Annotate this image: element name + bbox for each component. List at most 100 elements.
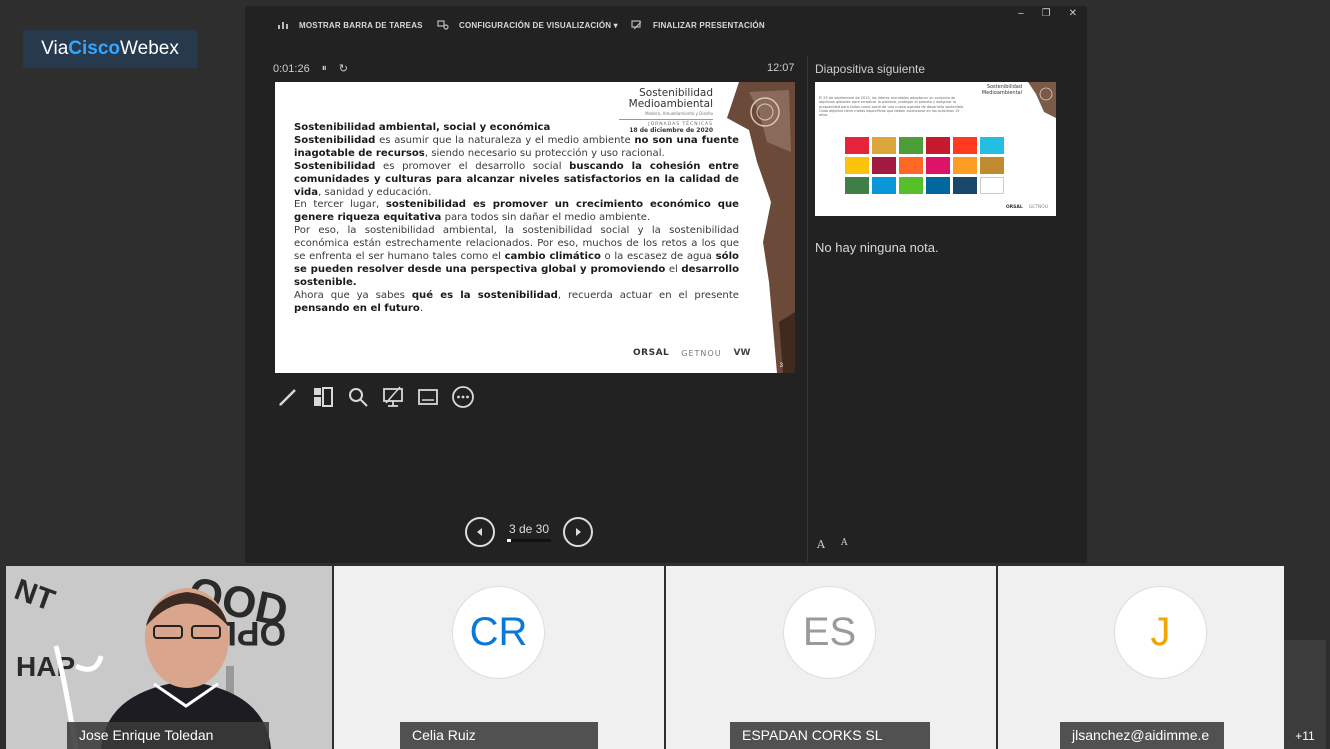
slide-progress-bar xyxy=(507,539,551,542)
webex-badge: Via Cisco Webex xyxy=(23,30,197,68)
previous-slide-button[interactable] xyxy=(465,517,495,547)
next-slide-text: El 25 de septiembre de 2015, los líderes… xyxy=(819,96,965,118)
panel-divider xyxy=(807,56,808,561)
magnifier-icon xyxy=(348,387,368,407)
sdg-tile xyxy=(926,137,950,154)
slide-paragraph-4: Por eso, la sostenibilidad ambiental, la… xyxy=(294,225,740,288)
increase-font-button[interactable]: A xyxy=(817,538,825,551)
sdg-tile xyxy=(953,177,977,194)
minimize-icon[interactable]: – xyxy=(1018,8,1024,19)
avatar-initials: CR xyxy=(469,610,528,654)
next-slide-getnou-logo: GETNOU xyxy=(1028,205,1048,210)
avatar: CR xyxy=(452,586,545,679)
pen-icon xyxy=(278,388,296,406)
sdg-tile xyxy=(926,177,950,194)
sdg-tile xyxy=(845,157,869,174)
next-slide-logos: ORSAL GETNOU xyxy=(1006,205,1048,210)
window-controls: – ❐ ✕ xyxy=(1018,8,1077,19)
sdg-tile xyxy=(899,177,923,194)
show-taskbar-button[interactable]: MOSTRAR BARRA DE TAREAS xyxy=(277,20,423,30)
participant-name: jlsanchez@aidimme.e xyxy=(1072,727,1210,743)
sdg-tile xyxy=(872,157,896,174)
avatar: J xyxy=(1114,586,1207,679)
current-time: 12:07 xyxy=(767,62,795,74)
participant-name-bar: ESPADAN CORKS SL xyxy=(730,722,930,749)
display-settings-label: CONFIGURACIÓN DE VISUALIZACIÓN ▾ xyxy=(459,20,618,30)
participant-video-tile[interactable]: OOD OPLE NT HAP Jose Enrique Toledan xyxy=(6,566,332,749)
notes-font-controls: A A xyxy=(817,538,847,551)
webex-meeting-window: Via Cisco Webex MOSTRAR BARRA DE TAREAS C… xyxy=(0,0,1330,749)
webex-badge-brand: Cisco xyxy=(68,38,121,59)
vw-logo: VW xyxy=(733,348,751,358)
participants-strip: OOD OPLE NT HAP Jose Enrique Toledan CR xyxy=(0,566,1330,749)
sdg-tile xyxy=(872,177,896,194)
black-screen-button[interactable] xyxy=(380,384,405,409)
taskbar-icon xyxy=(278,22,288,29)
slide-progress-fill xyxy=(507,539,512,542)
next-slide-title-line2: Medioambiental xyxy=(981,89,1022,96)
slide-paragraph-1: Sostenibilidad es asumir que la naturale… xyxy=(294,134,739,159)
participant-name: Celia Ruiz xyxy=(412,727,476,743)
participant-name: ESPADAN CORKS SL xyxy=(742,727,883,743)
show-taskbar-label: MOSTRAR BARRA DE TAREAS xyxy=(299,20,423,30)
see-all-slides-button[interactable] xyxy=(310,384,335,409)
sdg-tile xyxy=(845,177,869,194)
sdg-tile xyxy=(980,137,1004,154)
more-options-button[interactable] xyxy=(450,384,475,409)
participant-tile[interactable]: J jlsanchez@aidimme.e xyxy=(998,566,1284,749)
webex-badge-prefix: Via xyxy=(41,38,69,59)
presentation-timer: 0:01:26 ⏸ ↻ xyxy=(273,62,348,76)
close-icon[interactable]: ✕ xyxy=(1069,8,1077,19)
sdg-tile xyxy=(953,137,977,154)
slide-header-rule xyxy=(619,119,713,120)
slide-paragraph-5: Ahora que ya sabes qué es la sostenibili… xyxy=(294,289,739,314)
orsal-logo: ORSAL xyxy=(633,348,670,358)
next-arrow-icon xyxy=(576,528,581,536)
avatar-initials: ES xyxy=(802,610,857,654)
end-presentation-button[interactable]: FINALIZAR PRESENTACIÓN xyxy=(631,20,765,30)
display-settings-button[interactable]: CONFIGURACIÓN DE VISUALIZACIÓN ▾ xyxy=(437,20,618,30)
participant-tile[interactable]: ES ESPADAN CORKS SL xyxy=(666,566,996,749)
more-options-icon xyxy=(451,385,474,408)
sdg-tile xyxy=(980,177,1004,194)
more-participants-count: +11 xyxy=(1295,729,1315,743)
sdg-tile xyxy=(980,157,1004,174)
pause-icon[interactable]: ⏸ xyxy=(322,63,327,74)
more-participants-button[interactable]: +11 xyxy=(1284,640,1326,749)
getnou-logo: GETNOU xyxy=(681,348,722,358)
subtitles-button[interactable] xyxy=(415,384,440,409)
screen-toggle-icon xyxy=(382,386,403,407)
elapsed-time: 0:01:26 xyxy=(273,62,310,75)
slide-tools xyxy=(275,384,475,409)
participant-name-bar: jlsanchez@aidimme.e xyxy=(1060,722,1224,749)
subtitles-icon xyxy=(417,388,438,405)
participant-tile[interactable]: CR Celia Ruiz xyxy=(334,566,664,749)
next-slide-button[interactable] xyxy=(563,517,593,547)
restore-icon[interactable]: ❐ xyxy=(1042,8,1051,19)
end-presentation-icon xyxy=(631,20,642,30)
slide-paragraph-2: Sostenibilidad es promover el desarrollo… xyxy=(294,160,739,198)
next-slide-title: Sostenibilidad Medioambiental xyxy=(981,84,1022,96)
presenter-toolbar: MOSTRAR BARRA DE TAREAS CONFIGURACIÓN DE… xyxy=(245,6,1087,46)
slide-header-line2: Medioambiental xyxy=(628,98,713,110)
avatar-initials: J xyxy=(1150,610,1171,654)
zoom-button[interactable] xyxy=(345,384,370,409)
next-slide-label: Diapositiva siguiente xyxy=(815,62,926,76)
pen-tool-button[interactable] xyxy=(275,384,300,409)
sdg-tile xyxy=(899,157,923,174)
sdg-tile xyxy=(926,157,950,174)
slide-header-sub: Madera, Amueblamiento y Diseño xyxy=(645,111,713,116)
presenter-view: MOSTRAR BARRA DE TAREAS CONFIGURACIÓN DE… xyxy=(245,6,1087,563)
next-slide-thumbnail[interactable]: Sostenibilidad Medioambiental El 25 de s… xyxy=(815,82,1056,216)
sdg-tile xyxy=(953,157,977,174)
slide-counter[interactable]: 3 de 30 xyxy=(507,522,551,542)
reset-timer-icon[interactable]: ↻ xyxy=(339,62,348,75)
end-presentation-label: FINALIZAR PRESENTACIÓN xyxy=(653,20,765,30)
decrease-font-button[interactable]: A xyxy=(841,538,848,551)
wood-decoration-thumb xyxy=(1028,82,1056,118)
slides-grid-icon xyxy=(313,386,333,407)
webex-badge-suffix: Webex xyxy=(120,38,179,59)
previous-arrow-icon xyxy=(477,528,482,536)
slide-paragraph-3: En tercer lugar, sostenibilidad es promo… xyxy=(294,199,739,224)
slide-title: Sostenibilidad ambiental, social y econó… xyxy=(294,122,551,133)
